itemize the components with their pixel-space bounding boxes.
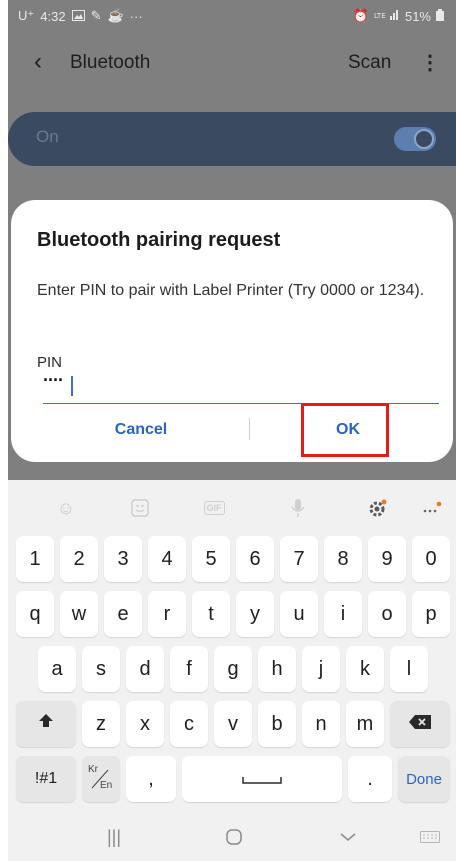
carrier-icon: U⁺ xyxy=(18,8,35,23)
key-c[interactable]: c xyxy=(170,701,208,747)
key-r[interactable]: r xyxy=(148,591,186,637)
key-z[interactable]: z xyxy=(82,701,120,747)
key-w[interactable]: w xyxy=(60,591,98,637)
backspace-icon xyxy=(408,713,432,736)
emoji-icon[interactable]: ☺ xyxy=(46,488,86,528)
bluetooth-master-switch-row[interactable]: On xyxy=(8,112,456,166)
bluetooth-toggle[interactable] xyxy=(394,127,436,151)
scan-button[interactable]: Scan xyxy=(348,52,391,74)
comma-key[interactable]: , xyxy=(126,756,176,802)
period-key[interactable]: . xyxy=(348,756,392,802)
pin-label: PIN xyxy=(37,354,63,371)
key-5[interactable]: 5 xyxy=(192,536,230,582)
back-arrow-icon[interactable]: ‹ xyxy=(34,48,42,76)
key-9[interactable]: 9 xyxy=(368,536,406,582)
dialog-title: Bluetooth pairing request xyxy=(37,229,281,251)
done-key[interactable]: Done xyxy=(398,756,450,802)
toggle-knob xyxy=(414,129,434,149)
key-a[interactable]: a xyxy=(38,646,76,692)
alarm-icon: ⏰ xyxy=(352,8,369,23)
recent-apps-icon[interactable]: ||| xyxy=(84,819,144,855)
more-toolbar-icon[interactable] xyxy=(412,488,452,528)
key-j[interactable]: j xyxy=(302,646,340,692)
key-4[interactable]: 4 xyxy=(148,536,186,582)
key-0[interactable]: 0 xyxy=(412,536,450,582)
key-y[interactable]: y xyxy=(236,591,274,637)
svg-text:LTE: LTE xyxy=(374,12,386,20)
bluetooth-state-label: On xyxy=(36,127,59,146)
microphone-icon[interactable] xyxy=(278,488,318,528)
cancel-button[interactable]: Cancel xyxy=(41,410,241,450)
sticker-icon[interactable] xyxy=(120,488,160,528)
key-7[interactable]: 7 xyxy=(280,536,318,582)
key-h[interactable]: h xyxy=(258,646,296,692)
hide-keyboard-icon[interactable] xyxy=(318,819,378,855)
ok-highlight-box xyxy=(301,403,389,457)
key-i[interactable]: i xyxy=(324,591,362,637)
key-2[interactable]: 2 xyxy=(60,536,98,582)
dialog-message: Enter PIN to pair with Label Printer (Tr… xyxy=(37,282,425,299)
more-notifications-icon: ··· xyxy=(129,8,143,24)
key-v[interactable]: v xyxy=(214,701,252,747)
key-3[interactable]: 3 xyxy=(104,536,142,582)
status-bar: U⁺ 4:32 ✎ ☕ ··· ⏰ LTE 51% xyxy=(8,0,456,32)
key-k[interactable]: k xyxy=(346,646,384,692)
phone-screen: U⁺ 4:32 ✎ ☕ ··· ⏰ LTE 51% ‹ Bluetooth Sc… xyxy=(8,0,456,861)
button-divider xyxy=(249,418,250,440)
key-m[interactable]: m xyxy=(346,701,384,747)
key-n[interactable]: n xyxy=(302,701,340,747)
key-d[interactable]: d xyxy=(126,646,164,692)
battery-icon xyxy=(436,8,444,24)
gif-icon[interactable]: GIF xyxy=(194,488,234,528)
space-key[interactable] xyxy=(182,756,342,802)
language-switch-key[interactable]: Kr En xyxy=(82,756,120,802)
edit-icon: ✎ xyxy=(90,8,102,23)
key-6[interactable]: 6 xyxy=(236,536,274,582)
pairing-dialog: Bluetooth pairing request Enter PIN to p… xyxy=(11,200,453,462)
keyboard-toolbar: ☺ GIF xyxy=(8,488,456,528)
key-o[interactable]: o xyxy=(368,591,406,637)
key-g[interactable]: g xyxy=(214,646,252,692)
key-b[interactable]: b xyxy=(258,701,296,747)
key-u[interactable]: u xyxy=(280,591,318,637)
key-8[interactable]: 8 xyxy=(324,536,362,582)
space-bar-icon xyxy=(242,768,282,791)
backspace-key[interactable] xyxy=(390,701,450,747)
keyboard-switch-icon[interactable] xyxy=(400,819,456,855)
settings-gear-icon[interactable] xyxy=(358,488,398,528)
home-icon[interactable] xyxy=(204,819,264,855)
lang-top-label: Kr xyxy=(88,764,98,775)
key-x[interactable]: x xyxy=(126,701,164,747)
more-options-icon[interactable]: ⋮ xyxy=(420,50,440,75)
key-q[interactable]: q xyxy=(16,591,54,637)
lte-signal-icon: LTE xyxy=(374,9,400,24)
cup-icon: ☕ xyxy=(107,8,124,23)
shift-icon xyxy=(37,712,55,736)
key-p[interactable]: p xyxy=(412,591,450,637)
soft-keyboard: ☺ GIF 1 2 3 4 5 6 7 8 9 0 q w e r t y u … xyxy=(8,480,456,861)
key-s[interactable]: s xyxy=(82,646,120,692)
shift-key[interactable] xyxy=(16,701,76,747)
lang-bottom-label: En xyxy=(100,780,113,791)
status-time: 4:32 xyxy=(40,8,66,24)
key-f[interactable]: f xyxy=(170,646,208,692)
gallery-icon xyxy=(71,9,85,24)
text-cursor xyxy=(71,376,73,396)
key-t[interactable]: t xyxy=(192,591,230,637)
navigation-bar: ||| xyxy=(8,813,456,861)
app-bar: ‹ Bluetooth Scan ⋮ xyxy=(8,40,456,86)
key-l[interactable]: l xyxy=(390,646,428,692)
symbols-key[interactable]: !#1 xyxy=(16,756,76,802)
key-1[interactable]: 1 xyxy=(16,536,54,582)
key-e[interactable]: e xyxy=(104,591,142,637)
pin-input[interactable]: ···· xyxy=(43,370,64,391)
page-title: Bluetooth xyxy=(70,52,151,73)
battery-percent: 51% xyxy=(404,8,431,24)
